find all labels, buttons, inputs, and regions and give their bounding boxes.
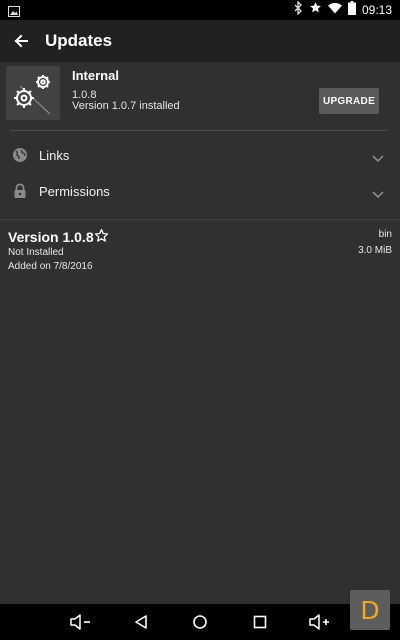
globe-icon — [12, 147, 28, 163]
status-bar: 09:13 — [0, 0, 400, 20]
star-icon — [309, 1, 322, 19]
section-label: Permissions — [39, 184, 110, 199]
app-bar: Updates — [0, 20, 400, 62]
divider — [10, 130, 388, 131]
main-content: Internal 1.0.8 Version 1.0.7 installed U… — [0, 62, 400, 604]
badge-letter: D — [360, 596, 380, 625]
volume-up-icon[interactable] — [309, 612, 331, 632]
divider — [0, 219, 400, 220]
upgrade-button[interactable]: UPGRADE — [319, 88, 379, 114]
overlay-badge[interactable]: D — [350, 590, 390, 630]
page-title: Updates — [45, 31, 113, 50]
section-label: Links — [39, 148, 70, 163]
version-title: Version 1.0.8 — [8, 229, 94, 245]
app-name: Internal — [72, 68, 119, 83]
file-type: bin — [378, 229, 392, 240]
navigation-bar — [0, 604, 400, 640]
arrow-back-icon[interactable] — [9, 29, 33, 53]
installed-version: Version 1.0.7 installed — [72, 100, 180, 112]
file-size: 3.0 MiB — [358, 245, 392, 256]
battery-icon — [347, 0, 356, 20]
added-date: Added on 7/8/2016 — [8, 261, 93, 272]
chevron-down-icon[interactable] — [372, 150, 384, 163]
section-permissions[interactable]: Permissions — [0, 174, 400, 208]
lock-icon — [12, 183, 28, 199]
install-status: Not Installed — [8, 247, 64, 258]
star-outline-icon[interactable] — [94, 228, 109, 243]
bluetooth-icon — [294, 0, 303, 20]
chevron-down-icon[interactable] — [372, 186, 384, 199]
home-icon[interactable] — [189, 612, 211, 632]
status-icons: 09:13 — [294, 0, 392, 20]
clock: 09:13 — [361, 3, 392, 17]
section-links[interactable]: Links — [0, 138, 400, 172]
wifi-icon — [327, 1, 342, 19]
back-icon[interactable] — [130, 612, 152, 632]
gears-icon — [6, 66, 60, 120]
volume-down-icon[interactable] — [70, 612, 92, 632]
recents-icon[interactable] — [249, 612, 271, 632]
